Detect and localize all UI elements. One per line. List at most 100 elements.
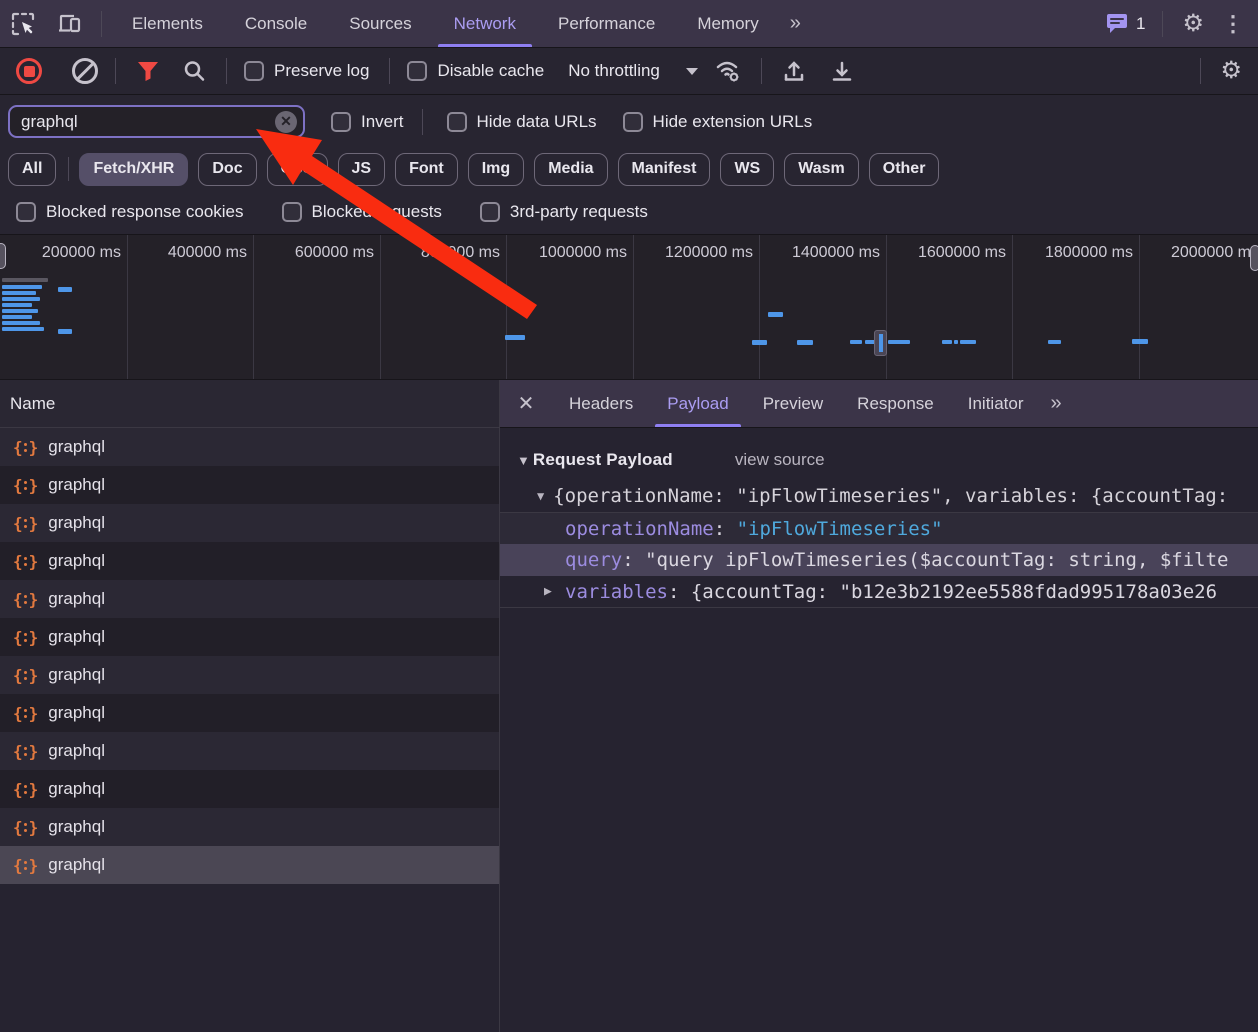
tab-network[interactable]: Network [433,0,537,47]
request-row[interactable]: {}graphql [0,694,499,732]
checkbox[interactable] [407,61,427,81]
tab-elements[interactable]: Elements [111,0,224,47]
waterfall-request-bar[interactable] [768,312,783,317]
chip-doc[interactable]: Doc [198,153,256,186]
clear-filter-icon[interactable]: ✕ [275,111,297,133]
search-icon[interactable] [177,54,211,88]
request-row[interactable]: {}graphql [0,580,499,618]
waterfall-request-bar[interactable] [2,303,32,307]
record-network-log-icon[interactable] [16,58,42,84]
filter-input[interactable]: graphql ✕ [8,105,305,138]
3rd-party-requests-checkbox[interactable]: 3rd-party requests [480,202,648,222]
waterfall-request-bar[interactable] [850,340,862,344]
waterfall-request-bar[interactable] [2,297,40,301]
request-row[interactable]: {}graphql [0,428,499,466]
waterfall-request-bar[interactable] [1132,339,1148,344]
chip-css[interactable]: CSS [267,153,328,186]
waterfall-request-bar[interactable] [2,321,40,325]
expand-triangle-icon[interactable]: ▼ [537,489,544,503]
name-column-header[interactable]: Name [0,380,499,428]
waterfall-request-bar[interactable] [2,309,38,313]
payload-entry-variables[interactable]: ▶variables: {accountTag: "b12e3b2192ee55… [500,576,1258,608]
waterfall-request-bar[interactable] [2,327,44,331]
tab-memory[interactable]: Memory [676,0,779,47]
selected-request-marker[interactable] [874,330,887,356]
settings-gear-icon[interactable]: ⚙ [1172,12,1214,36]
tab-console[interactable]: Console [224,0,328,47]
import-har-icon[interactable] [777,54,811,88]
hide-extension-urls-checkbox[interactable]: Hide extension URLs [623,112,813,132]
collapse-triangle-icon[interactable]: ▼ [517,453,530,468]
waterfall-request-bar[interactable] [797,340,813,345]
chip-font[interactable]: Font [395,153,458,186]
request-row[interactable]: {}graphql [0,846,499,884]
details-tab-payload[interactable]: Payload [650,380,745,427]
waterfall-request-bar[interactable] [58,287,72,292]
checkbox[interactable] [447,112,467,132]
device-toolbar-icon[interactable] [52,7,86,41]
checkbox[interactable] [331,112,351,132]
chip-img[interactable]: Img [468,153,524,186]
more-tabs-icon[interactable]: » [780,12,809,35]
chip-fetch-xhr[interactable]: Fetch/XHR [79,153,188,186]
network-overview-timeline[interactable]: 200000 ms400000 ms600000 ms800000 ms1000… [0,235,1258,380]
invert-checkbox[interactable]: Invert [331,112,404,132]
waterfall-request-bar[interactable] [58,329,72,334]
disable-cache-checkbox[interactable]: Disable cache [407,61,544,81]
waterfall-request-bar[interactable] [942,340,952,344]
checkbox[interactable] [282,202,302,222]
timeline-right-handle[interactable] [1250,245,1258,271]
details-tab-preview[interactable]: Preview [746,380,840,427]
request-payload-section[interactable]: ▼ Request Payload view source [500,441,1258,479]
request-row[interactable]: {}graphql [0,504,499,542]
request-row[interactable]: {}graphql [0,542,499,580]
chip-all[interactable]: All [8,153,56,186]
waterfall-request-bar[interactable] [2,285,42,289]
inspect-element-icon[interactable] [6,7,40,41]
waterfall-request-bar[interactable] [888,340,910,344]
clear-network-log-icon[interactable] [72,58,98,84]
waterfall-request-bar[interactable] [960,340,976,344]
request-row[interactable]: {}graphql [0,618,499,656]
waterfall-request-bar[interactable] [505,335,525,340]
tab-performance[interactable]: Performance [537,0,676,47]
waterfall-request-bar[interactable] [2,291,36,295]
export-har-icon[interactable] [825,54,859,88]
expand-arrow-icon[interactable]: ▶ [544,576,552,608]
waterfall-request-bar[interactable] [2,315,32,319]
network-settings-gear-icon[interactable]: ⚙ [1210,59,1258,83]
close-details-icon[interactable]: ✕ [500,391,552,416]
chip-other[interactable]: Other [869,153,940,186]
kebab-menu-icon[interactable]: ⋮ [1214,11,1258,37]
chip-media[interactable]: Media [534,153,607,186]
waterfall-request-bar[interactable] [752,340,767,345]
waterfall-request-bar[interactable] [1048,340,1061,344]
payload-entry-operationname[interactable]: operationName: "ipFlowTimeseries" [500,512,1258,544]
blocked-response-cookies-checkbox[interactable]: Blocked response cookies [16,202,244,222]
timeline-left-handle[interactable] [0,243,6,269]
chip-wasm[interactable]: Wasm [784,153,859,186]
chip-manifest[interactable]: Manifest [618,153,711,186]
request-row[interactable]: {}graphql [0,656,499,694]
checkbox[interactable] [623,112,643,132]
issues-counter[interactable]: 1 [1097,13,1153,35]
request-row[interactable]: {}graphql [0,732,499,770]
details-tab-initiator[interactable]: Initiator [951,380,1041,427]
tab-sources[interactable]: Sources [328,0,432,47]
throttling-select[interactable]: No throttling [568,61,698,81]
details-tab-headers[interactable]: Headers [552,380,650,427]
chip-js[interactable]: JS [338,153,386,186]
checkbox[interactable] [16,202,36,222]
network-conditions-icon[interactable] [712,54,746,88]
checkbox[interactable] [244,61,264,81]
blocked-requests-checkbox[interactable]: Blocked requests [282,202,442,222]
filter-funnel-icon[interactable] [131,54,165,88]
waterfall-request-bar[interactable] [2,278,48,282]
preserve-log-checkbox[interactable]: Preserve log [244,61,369,81]
hide-data-urls-checkbox[interactable]: Hide data URLs [447,112,597,132]
request-row[interactable]: {}graphql [0,466,499,504]
request-row[interactable]: {}graphql [0,808,499,846]
checkbox[interactable] [480,202,500,222]
more-details-tabs-icon[interactable]: » [1040,392,1069,415]
payload-preview-row[interactable]: ▼ {operationName: "ipFlowTimeseries", va… [500,479,1258,512]
